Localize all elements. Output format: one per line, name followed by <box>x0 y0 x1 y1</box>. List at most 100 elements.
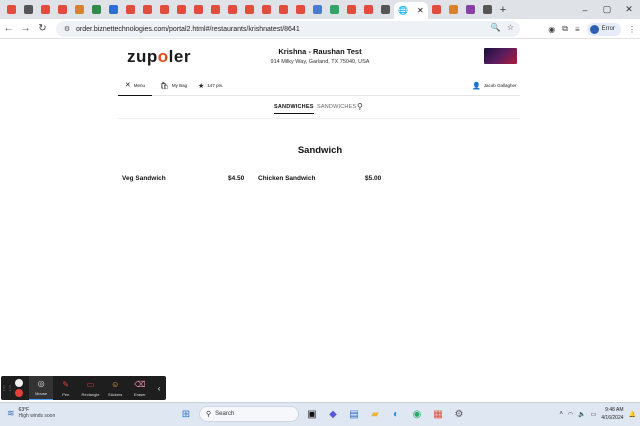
menu-item-name[interactable]: Veg Sandwich <box>122 175 166 182</box>
favicon-icon <box>75 5 84 14</box>
app-icon[interactable]: ▦ <box>430 406 446 422</box>
tab-favicon[interactable] <box>173 0 190 19</box>
tab-favicon[interactable] <box>37 0 54 19</box>
logo-text-suffix: ler <box>168 47 191 66</box>
close-window-button[interactable]: ✕ <box>618 0 640 19</box>
tool-pen-label: Pen <box>62 391 70 397</box>
site-info-icon[interactable]: ⚙ <box>60 25 74 33</box>
restaurant-image <box>484 48 517 64</box>
bookmark-star-icon[interactable]: ☆ <box>507 23 514 32</box>
url-bar[interactable]: ⚙ order.biznettechnologies.com/portal2.h… <box>56 21 520 37</box>
tab-favicon[interactable] <box>326 0 343 19</box>
sticker-icon: ☺ <box>111 379 120 389</box>
category-tab-sandwiches-active[interactable]: SANDWICHES <box>274 104 314 114</box>
stop-record-icon[interactable] <box>14 389 23 397</box>
tab-favicon[interactable] <box>479 0 496 19</box>
tab-favicon[interactable] <box>241 0 258 19</box>
nav-user[interactable]: 👤 Jacob Gallagher <box>472 75 517 96</box>
taskbar-search[interactable]: ⚲ Search <box>199 406 299 422</box>
tool-stickers[interactable]: ☺ Stickers <box>103 380 128 397</box>
minimize-button[interactable]: – <box>574 0 596 19</box>
menu-item-price[interactable]: $4.50 <box>228 175 244 182</box>
chrome-icon[interactable]: ◉ <box>409 406 425 422</box>
edge-icon[interactable]: ◐ <box>388 406 404 422</box>
category-tab-sandwiches[interactable]: SANDWICHES <box>317 104 356 110</box>
tab-favicon[interactable] <box>428 0 445 19</box>
extension-icon[interactable]: ◉ <box>548 25 555 34</box>
extensions-puzzle-icon[interactable]: ⧉ <box>562 24 568 34</box>
nav-points[interactable]: ★ 147 pts. <box>198 75 223 96</box>
file-explorer-icon[interactable]: ▰ <box>367 406 383 422</box>
weather-widget[interactable]: ≋ 63°F High winds soon <box>7 407 55 419</box>
store-icon[interactable]: ▤ <box>346 406 362 422</box>
settings-gear-icon[interactable]: ⚙ <box>451 406 467 422</box>
chat-icon[interactable]: ◆ <box>325 406 341 422</box>
tab-favicon[interactable] <box>224 0 241 19</box>
favicon-icon <box>41 5 50 14</box>
clock[interactable]: 9:48 AM 4/16/2024 <box>601 406 623 422</box>
forward-arrow-icon[interactable]: → <box>17 19 34 39</box>
tab-favicon[interactable] <box>20 0 37 19</box>
search-icon[interactable]: ⚲ <box>357 102 363 111</box>
tool-rectangle-label: Rectangle <box>81 391 100 397</box>
tab-favicon[interactable] <box>309 0 326 19</box>
browser-tab-strip: 🌐 ✕ + – ▢ ✕ <box>0 0 640 19</box>
tab-favicon[interactable] <box>445 0 462 19</box>
tab-favicon[interactable] <box>122 0 139 19</box>
pause-icon[interactable] <box>14 379 23 387</box>
favicon-icon <box>262 5 271 14</box>
maximize-button[interactable]: ▢ <box>596 0 618 19</box>
category-tabs: SANDWICHES SANDWICHES ⚲ <box>118 101 520 119</box>
zoom-icon[interactable]: 🔍 <box>491 23 501 32</box>
chevron-up-icon[interactable]: ˄ <box>559 411 563 417</box>
menu-item-name[interactable]: Chicken Sandwich <box>258 175 315 182</box>
tool-mouse[interactable]: ◎ Mouse <box>28 376 54 400</box>
task-view-icon[interactable]: ▣ <box>304 406 320 422</box>
profile-avatar <box>589 24 599 34</box>
start-icon[interactable]: ⊞ <box>178 406 194 422</box>
profile-error-button[interactable]: Error <box>586 22 621 36</box>
menu-item-price[interactable]: $5.00 <box>365 175 381 182</box>
tab-favicon[interactable] <box>292 0 309 19</box>
tab-close-icon[interactable]: ✕ <box>417 6 424 15</box>
wifi-icon[interactable]: ◠ <box>568 411 573 418</box>
browser-menu-icon[interactable]: ⋮ <box>628 25 636 34</box>
tab-favicon[interactable] <box>156 0 173 19</box>
tab-favicon[interactable] <box>54 0 71 19</box>
nav-my-bag[interactable]: 🛍 My Bag <box>160 75 187 96</box>
tab-favicon[interactable] <box>275 0 292 19</box>
tab-favicon[interactable] <box>343 0 360 19</box>
volume-icon[interactable]: 🔈 <box>578 411 585 418</box>
tab-favicon[interactable] <box>462 0 479 19</box>
tab-favicon[interactable] <box>207 0 224 19</box>
new-tab-button[interactable]: + <box>496 0 510 19</box>
back-arrow-icon[interactable]: ← <box>0 19 17 39</box>
tab-favicon[interactable] <box>258 0 275 19</box>
reload-icon[interactable]: ↻ <box>34 19 51 39</box>
favicon-icon <box>109 5 118 14</box>
url-text[interactable]: order.biznettechnologies.com/portal2.htm… <box>76 26 300 33</box>
nav-menu[interactable]: ✕ Menu <box>118 75 152 96</box>
tool-pen[interactable]: ✎ Pen <box>53 380 78 397</box>
tab-favicon[interactable] <box>71 0 88 19</box>
tool-rectangle[interactable]: ▭ Rectangle <box>78 380 103 397</box>
tab-favicon[interactable] <box>88 0 105 19</box>
zuppler-logo[interactable]: zupoler <box>127 47 191 67</box>
notification-bell-icon[interactable]: 🔔 <box>629 411 636 418</box>
tab-favicon[interactable] <box>377 0 394 19</box>
pen-icon: ✎ <box>62 379 70 389</box>
globe-icon: 🌐 <box>398 6 409 15</box>
battery-icon[interactable]: ▭ <box>591 411 597 418</box>
tab-favicon[interactable] <box>139 0 156 19</box>
tab-favicon[interactable] <box>190 0 207 19</box>
active-tab[interactable]: 🌐 ✕ <box>394 2 428 19</box>
favicon-icon <box>296 5 305 14</box>
tool-eraser[interactable]: ⌫ Eraser <box>128 380 153 397</box>
user-icon: 👤 <box>472 82 481 90</box>
collapse-chevron-icon[interactable]: ‹ <box>152 384 166 393</box>
tab-favicon[interactable] <box>360 0 377 19</box>
tab-search-icon[interactable]: ≡ <box>575 25 580 34</box>
drag-handle-icon[interactable]: ⋮⋮ <box>1 385 13 392</box>
tab-favicon[interactable] <box>3 0 20 19</box>
tab-favicon[interactable] <box>105 0 122 19</box>
